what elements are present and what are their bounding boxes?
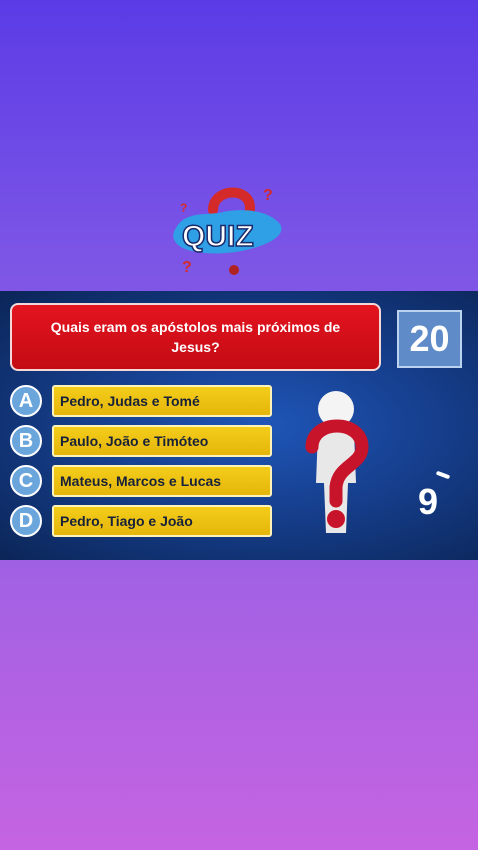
answer-option-b[interactable]: B Paulo, João e Timóteo xyxy=(10,425,272,459)
countdown-mark xyxy=(435,470,451,480)
question-box: Quais eram os apóstolos mais próximos de… xyxy=(10,303,381,371)
quiz-panel: Quais eram os apóstolos mais próximos de… xyxy=(0,291,478,560)
answer-letter: A xyxy=(10,385,42,417)
timer-value: 20 xyxy=(409,318,450,359)
answer-label: Mateus, Marcos e Lucas xyxy=(52,465,272,497)
answer-letter: C xyxy=(10,465,42,497)
answer-letter: D xyxy=(10,505,42,537)
svg-text:?: ? xyxy=(182,259,192,276)
answer-label: Pedro, Tiago e João xyxy=(52,505,272,537)
question-text: Quais eram os apóstolos mais próximos de… xyxy=(50,319,341,355)
countdown-number: 9 xyxy=(418,481,439,522)
answer-option-d[interactable]: D Pedro, Tiago e João xyxy=(10,505,272,539)
svg-text:?: ? xyxy=(263,187,273,204)
answer-label: Paulo, João e Timóteo xyxy=(52,425,272,457)
question-mark-logo-icon: ? ? ? QUIZ xyxy=(173,187,282,276)
person-question-mark-icon xyxy=(296,389,386,541)
answer-option-c[interactable]: C Mateus, Marcos e Lucas xyxy=(10,465,272,499)
answer-letter: B xyxy=(10,425,42,457)
answer-label: Pedro, Judas e Tomé xyxy=(52,385,272,417)
quiz-logo: ? ? ? QUIZ xyxy=(168,180,288,280)
svg-text:?: ? xyxy=(180,201,187,215)
answer-option-a[interactable]: A Pedro, Judas e Tomé xyxy=(10,385,272,419)
timer-box: 20 xyxy=(397,310,462,368)
logo-text: QUIZ xyxy=(182,220,254,253)
